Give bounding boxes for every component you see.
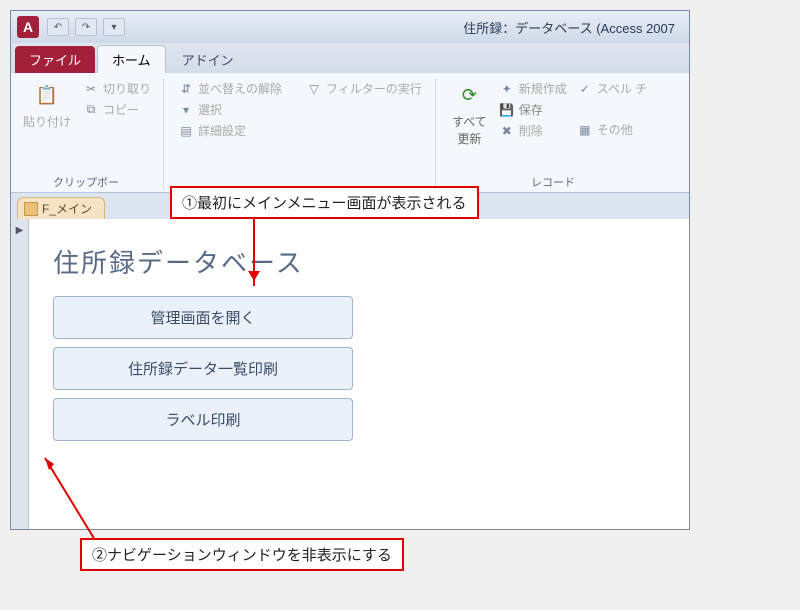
- undo-button[interactable]: ↶: [47, 18, 69, 36]
- cut-icon: ✂: [83, 82, 99, 96]
- paste-icon: 📋: [33, 81, 61, 109]
- ribbon: 📋 貼り付け ✂切り取り ⧉コピー クリップボー ⇵並べ替えの解除 ▾選択 ▤詳…: [11, 73, 689, 193]
- annotation-arrow-1: [253, 218, 255, 286]
- group-sortfilter: ⇵並べ替えの解除 ▾選択 ▤詳細設定 ▽フィルターの実行: [176, 79, 436, 190]
- form-main: 住所録データベース 管理画面を開く 住所録データ一覧印刷 ラベル印刷: [29, 219, 689, 529]
- select-button[interactable]: ▾選択: [176, 100, 284, 119]
- new-icon: ✦: [499, 82, 515, 96]
- print-label-button[interactable]: ラベル印刷: [53, 398, 353, 441]
- tab-addin[interactable]: アドイン: [168, 46, 248, 73]
- redo-button[interactable]: ↷: [75, 18, 97, 36]
- refresh-all-button[interactable]: ⟳ すべて 更新: [448, 79, 491, 149]
- other-icon: ▦: [577, 123, 593, 137]
- titlebar: A ↶ ↷ ▾ 住所録：データベース (Access 2007: [11, 11, 689, 43]
- window-title: 住所録：データベース (Access 2007: [463, 18, 683, 37]
- annotation-callout-1: ①最初にメインメニュー画面が表示される: [170, 186, 479, 219]
- refresh-icon: ⟳: [455, 81, 483, 109]
- group-clipboard-label: クリップボー: [19, 172, 153, 190]
- document-tab-label: F_メイン: [42, 200, 92, 217]
- select-icon: ▾: [178, 103, 194, 117]
- cut-button[interactable]: ✂切り取り: [81, 79, 153, 98]
- annotation-callout-2: ②ナビゲーションウィンドウを非表示にする: [80, 538, 404, 571]
- run-filter-button[interactable]: ▽フィルターの実行: [304, 79, 424, 98]
- clear-sort-icon: ⇵: [178, 82, 194, 96]
- ribbon-tab-strip: ファイル ホーム アドイン: [11, 43, 689, 73]
- navigation-pane-collapsed[interactable]: ▶: [11, 219, 29, 529]
- spellcheck-button[interactable]: ✓スペル チ: [575, 79, 650, 98]
- app-icon: A: [17, 16, 39, 38]
- app-window: A ↶ ↷ ▾ 住所録：データベース (Access 2007 ファイル ホーム…: [10, 10, 690, 530]
- qat-customize-button[interactable]: ▾: [103, 18, 125, 36]
- document-tab-fmain[interactable]: F_メイン: [17, 197, 105, 219]
- filter-icon: ▽: [306, 82, 322, 96]
- spell-icon: ✓: [577, 82, 593, 96]
- quick-access-toolbar: ↶ ↷ ▾: [47, 18, 125, 36]
- workspace: ▶ 住所録データベース 管理画面を開く 住所録データ一覧印刷 ラベル印刷: [11, 219, 689, 529]
- nav-expand-icon: ▶: [16, 225, 24, 236]
- annotation-arrow-2: [40, 450, 110, 540]
- other-button[interactable]: ▦その他: [575, 120, 650, 139]
- tab-file[interactable]: ファイル: [15, 46, 95, 73]
- group-clipboard: 📋 貼り付け ✂切り取り ⧉コピー クリップボー: [19, 79, 164, 190]
- clear-sort-button[interactable]: ⇵並べ替えの解除: [176, 79, 284, 98]
- paste-button[interactable]: 📋 貼り付け: [19, 79, 75, 132]
- copy-icon: ⧉: [83, 102, 99, 117]
- delete-icon: ✖: [499, 124, 515, 138]
- paste-label: 貼り付け: [23, 113, 71, 130]
- group-records-label: レコード: [448, 172, 658, 190]
- print-list-button[interactable]: 住所録データ一覧印刷: [53, 347, 353, 390]
- copy-button[interactable]: ⧉コピー: [81, 100, 153, 119]
- group-records: ⟳ すべて 更新 ✦新規作成 💾保存 ✖削除 ✓スペル チ ▦その他 レコード: [448, 79, 668, 190]
- refresh-label: すべて 更新: [452, 113, 487, 147]
- form-title: 住所録データベース: [53, 243, 665, 280]
- advanced-button[interactable]: ▤詳細設定: [176, 121, 284, 140]
- save-record-button[interactable]: 💾保存: [497, 100, 569, 119]
- open-admin-button[interactable]: 管理画面を開く: [53, 296, 353, 339]
- advanced-icon: ▤: [178, 124, 194, 138]
- save-icon: 💾: [499, 103, 515, 117]
- delete-record-button[interactable]: ✖削除: [497, 121, 569, 140]
- new-record-button[interactable]: ✦新規作成: [497, 79, 569, 98]
- form-icon: [24, 202, 38, 216]
- tab-home[interactable]: ホーム: [97, 45, 166, 73]
